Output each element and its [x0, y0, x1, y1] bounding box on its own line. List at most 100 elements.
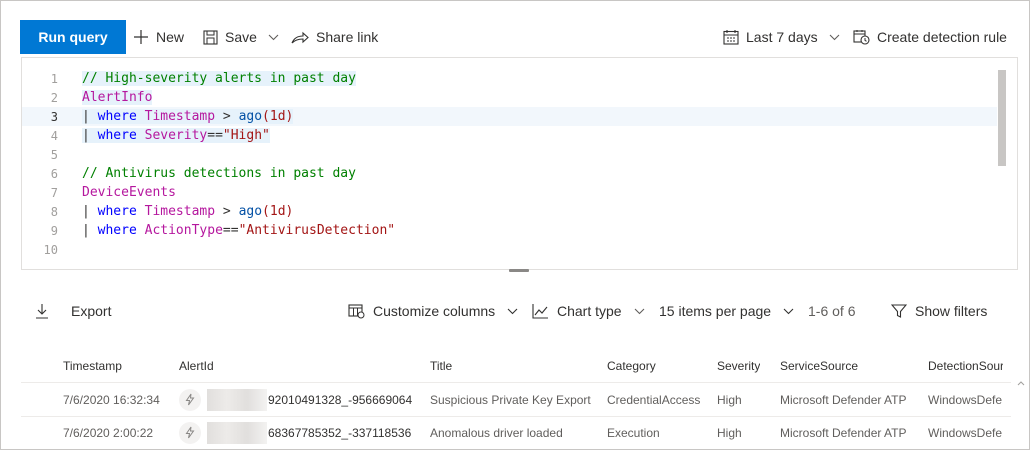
column-header-timestamp[interactable]: Timestamp: [63, 349, 122, 382]
line-number: 9: [50, 223, 58, 238]
pipe-token: |: [82, 204, 98, 219]
cell-servicesource: Microsoft Defender ATP: [780, 392, 907, 407]
line-chart-icon: [532, 304, 548, 319]
pagination-range: 1-6 of 6: [808, 303, 856, 319]
comment-token: // High-severity alerts in past day: [82, 71, 356, 86]
lightning-icon: [179, 388, 201, 411]
cell-title: Suspicious Private Key Export: [430, 392, 591, 407]
show-filters-button[interactable]: Show filters: [891, 301, 987, 321]
column-header-title[interactable]: Title: [430, 349, 452, 382]
customize-columns-label: Customize columns: [373, 303, 496, 319]
filter-icon: [891, 304, 907, 318]
cell-detectionsource: WindowsDefe: [928, 425, 1003, 440]
cell-title: Anomalous driver loaded: [430, 425, 563, 440]
cell-timestamp: 7/6/2020 2:00:22: [63, 425, 154, 440]
editor-line: 7 DeviceEvents: [22, 183, 997, 202]
argument-token: (1d): [262, 204, 294, 219]
line-number: 7: [50, 185, 58, 200]
line-number: 2: [50, 90, 58, 105]
chevron-down-icon: [507, 308, 518, 314]
editor-scrollbar[interactable]: [998, 70, 1006, 166]
query-editor[interactable]: 1 // High-severity alerts in past day 2 …: [21, 57, 1018, 270]
operator-token: ==: [207, 128, 223, 143]
table-scrollbar[interactable]: [1017, 381, 1025, 441]
cell-severity: High: [717, 425, 742, 440]
run-query-button[interactable]: Run query: [20, 20, 126, 54]
alertid-text: 92010491328_-956669064: [268, 392, 413, 407]
chevron-down-icon: [829, 34, 839, 40]
editor-line: 6 // Antivirus detections in past day: [22, 164, 997, 183]
save-button[interactable]: Save: [203, 25, 279, 49]
pipe-token: |: [82, 109, 98, 124]
cell-severity: High: [717, 392, 742, 407]
line-number: 3: [50, 109, 58, 124]
query-toolbar: Run query New Save Share link Last 7 day…: [1, 1, 1029, 57]
column-header-category[interactable]: Category: [607, 349, 656, 382]
cell-timestamp: 7/6/2020 16:32:34: [63, 392, 160, 407]
save-icon: [203, 29, 218, 45]
export-button[interactable]: Export: [35, 301, 111, 321]
show-filters-label: Show filters: [915, 303, 988, 319]
column-header-servicesource[interactable]: ServiceSource: [780, 349, 858, 382]
code-text: AlertInfo: [82, 90, 153, 105]
operator-token: >: [215, 109, 239, 124]
function-token: ago: [238, 204, 263, 219]
cell-servicesource: Microsoft Defender ATP: [780, 425, 907, 440]
code-text: | where ActionType=="AntivirusDetection": [82, 223, 395, 238]
redacted-block: [207, 421, 267, 444]
save-label: Save: [225, 29, 257, 45]
comment-token: // Antivirus detections in past day: [82, 166, 356, 181]
items-per-page-label: 15 items per page: [659, 303, 772, 319]
lightning-icon: [179, 421, 201, 444]
pipe-token: |: [82, 128, 98, 143]
table-token: DeviceEvents: [82, 185, 176, 200]
items-per-page-dropdown[interactable]: 15 items per page: [659, 301, 794, 321]
line-number: 5: [50, 147, 58, 162]
table-row[interactable]: 7/6/2020 16:32:34 92010491328_-956669064…: [21, 383, 1029, 416]
calendar-icon: [723, 30, 739, 45]
line-number: 8: [50, 204, 58, 219]
chart-type-label: Chart type: [557, 303, 622, 319]
function-token: ago: [238, 109, 263, 124]
keyword-token: where: [97, 223, 137, 238]
time-range-label: Last 7 days: [746, 29, 818, 45]
create-rule-label: Create detection rule: [877, 29, 1007, 45]
editor-line: 4 | where Severity=="High": [22, 126, 997, 145]
create-detection-rule-button[interactable]: Create detection rule: [853, 25, 1007, 49]
share-icon: [291, 31, 309, 43]
keyword-token: where: [97, 204, 137, 219]
calendar-clock-icon: [853, 30, 870, 45]
table-header-row: Timestamp AlertId Title Category Severit…: [21, 349, 1029, 382]
code-text: DeviceEvents: [82, 185, 176, 200]
chart-type-dropdown[interactable]: Chart type: [532, 301, 645, 321]
column-token: ActionType: [144, 223, 223, 238]
share-link-button[interactable]: Share link: [291, 25, 378, 49]
line-number: 6: [50, 166, 58, 181]
columns-icon: [348, 304, 365, 319]
cell-alertid[interactable]: 68367785352_-337118536: [179, 416, 411, 449]
cell-detectionsource: WindowsDefe: [928, 392, 1003, 407]
column-header-detectionsource[interactable]: DetectionSour: [928, 349, 1003, 382]
table-row[interactable]: 7/6/2020 2:00:22 68367785352_-337118536 …: [21, 416, 1029, 449]
resize-splitter[interactable]: [509, 269, 529, 272]
code-text: // High-severity alerts in past day: [82, 71, 356, 86]
string-token: "High": [222, 128, 270, 143]
column-header-alertid[interactable]: AlertId: [179, 349, 214, 382]
plus-icon: [134, 30, 148, 44]
time-range-dropdown[interactable]: Last 7 days: [723, 25, 840, 49]
code-text: | where Timestamp > ago(1d): [82, 204, 293, 219]
pipe-token: |: [82, 223, 98, 238]
column-header-severity[interactable]: Severity: [717, 349, 760, 382]
share-link-label: Share link: [316, 29, 379, 45]
cell-alertid[interactable]: 92010491328_-956669064: [179, 383, 412, 416]
download-icon: [36, 304, 48, 319]
line-number: 1: [50, 71, 58, 86]
chevron-down-icon: [268, 34, 279, 40]
editor-line-current: 3 | where Timestamp > ago(1d): [22, 107, 997, 126]
new-query-button[interactable]: New: [133, 25, 184, 49]
code-text: | where Severity=="High": [82, 128, 270, 143]
customize-columns-button[interactable]: Customize columns: [348, 301, 518, 321]
table-token: AlertInfo: [82, 90, 153, 105]
column-token: Timestamp: [144, 204, 216, 219]
operator-token: >: [215, 204, 239, 219]
